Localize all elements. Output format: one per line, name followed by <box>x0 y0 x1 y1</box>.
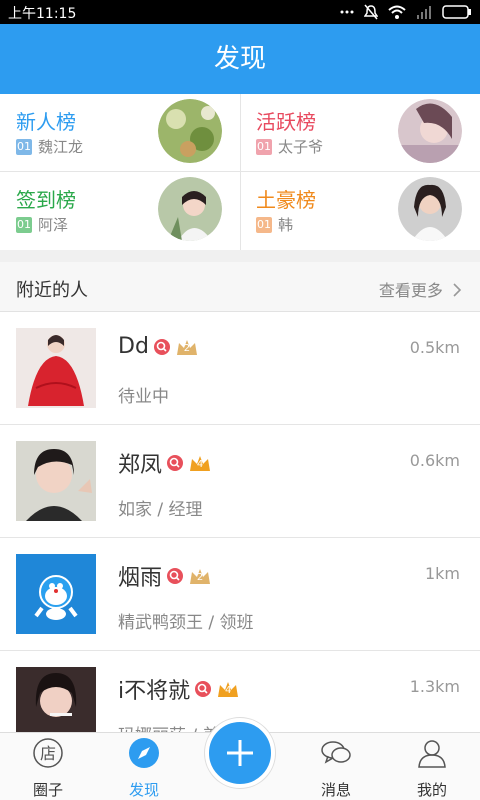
person-name: Dd <box>118 334 149 359</box>
rank-leader: 01 魏江龙 <box>16 136 83 157</box>
tab-label: 消息 <box>320 781 351 799</box>
tab-discover[interactable]: 发现 <box>96 733 192 800</box>
list-item[interactable]: Dd 2 0.5km 待业中 <box>0 312 480 425</box>
rank-title: 土豪榜 <box>256 188 316 212</box>
rank-title: 活跃榜 <box>256 110 316 134</box>
level-badge: 2 <box>183 342 191 354</box>
status-time: 上午11:15 <box>8 6 77 22</box>
crown-icon: 4 <box>188 453 212 473</box>
nearby-people-list: Dd 2 0.5km 待业中 郑凤 4 0.6km 如家 / 经理 烟雨 2 1… <box>0 312 480 732</box>
mute-bell-icon <box>364 4 378 20</box>
crown-icon: 4 <box>216 679 240 699</box>
search-badge-icon <box>167 455 184 471</box>
person-name: 郑凤 <box>118 453 163 478</box>
person-info: 待业中 <box>118 387 169 407</box>
search-badge-icon <box>153 338 170 355</box>
plus-icon <box>227 740 253 766</box>
avatar[interactable] <box>398 177 462 241</box>
crown-icon: 2 <box>188 566 212 586</box>
status-icons <box>340 4 472 20</box>
rank-leader-name: 魏江龙 <box>38 138 84 156</box>
tab-messages[interactable]: 消息 <box>288 733 384 800</box>
rank-leader: 01 韩 <box>256 214 293 235</box>
avatar[interactable] <box>16 328 96 408</box>
rank-number-badge: 01 <box>256 216 272 233</box>
tab-circle[interactable]: 店 圈子 <box>0 733 96 800</box>
avatar[interactable] <box>398 99 462 163</box>
avatar[interactable] <box>158 177 222 241</box>
distance: 1km <box>424 564 460 583</box>
wifi-icon <box>388 5 406 19</box>
rank-leader-name: 太子爷 <box>278 138 324 156</box>
rank-card-rich[interactable]: 土豪榜 01 韩 <box>240 172 480 250</box>
level-badge: 4 <box>224 685 232 696</box>
person-name-row: 烟雨 2 <box>118 560 212 592</box>
avatar[interactable] <box>158 99 222 163</box>
distance: 0.5km <box>409 338 460 357</box>
nearby-header: 附近的人 查看更多 <box>0 262 480 312</box>
person-name-row: 郑凤 4 <box>118 447 212 479</box>
person-info: 玛娜丽莎 / 美 <box>118 721 220 732</box>
person-name-row: Dd 2 <box>118 334 199 359</box>
chevron-right-icon <box>453 283 462 297</box>
rank-card-checkin[interactable]: 签到榜 01 阿泽 <box>0 172 240 250</box>
distance: 1.3km <box>409 677 460 696</box>
level-badge: 2 <box>196 572 204 583</box>
battery-icon <box>442 5 471 19</box>
rank-leader-name: 阿泽 <box>38 216 69 234</box>
chat-icon <box>321 741 351 764</box>
shop-icon: 店 <box>33 738 63 768</box>
tab-label: 发现 <box>128 781 159 799</box>
search-badge-icon <box>167 568 184 584</box>
person-icon <box>418 740 446 768</box>
signal-icon <box>417 6 431 19</box>
svg-text:店: 店 <box>40 744 56 763</box>
page-title: 发现 <box>0 24 480 94</box>
status-bar: 上午11:15 <box>0 0 480 24</box>
add-button[interactable] <box>205 718 275 788</box>
rank-number-badge: 01 <box>16 216 32 233</box>
crown-icon: 2 <box>175 337 199 357</box>
tab-me[interactable]: 我的 <box>384 733 480 800</box>
section-title: 附近的人 <box>16 280 88 301</box>
more-dots-icon <box>340 10 354 14</box>
see-more-link[interactable]: 查看更多 <box>379 277 462 301</box>
rank-leader: 01 太子爷 <box>256 136 323 157</box>
person-name: 烟雨 <box>118 566 163 591</box>
rank-card-newcomer[interactable]: 新人榜 01 魏江龙 <box>0 94 240 172</box>
compass-icon <box>129 738 159 768</box>
tab-label: 圈子 <box>32 781 63 799</box>
rank-grid: 新人榜 01 魏江龙 活跃榜 01 太子爷 签到榜 01 阿泽 土豪榜 01 韩 <box>0 94 480 250</box>
tab-label: 我的 <box>416 781 447 799</box>
person-name: i不将就 <box>118 679 191 704</box>
rank-number-badge: 01 <box>16 138 32 155</box>
avatar[interactable] <box>16 441 96 521</box>
person-info: 精武鸭颈王 / 领班 <box>118 613 254 633</box>
search-badge-icon <box>195 681 212 697</box>
rank-title: 新人榜 <box>16 110 76 134</box>
rank-leader: 01 阿泽 <box>16 214 68 235</box>
avatar[interactable] <box>16 667 96 732</box>
distance: 0.6km <box>409 451 460 470</box>
divider <box>240 94 241 250</box>
rank-card-active[interactable]: 活跃榜 01 太子爷 <box>240 94 480 172</box>
person-name-row: i不将就 4 <box>118 673 240 705</box>
rank-title: 签到榜 <box>16 188 76 212</box>
divider <box>0 171 480 172</box>
person-info: 如家 / 经理 <box>118 500 203 520</box>
level-badge: 4 <box>196 459 204 470</box>
list-item[interactable]: 郑凤 4 0.6km 如家 / 经理 <box>0 425 480 538</box>
avatar[interactable] <box>16 554 96 634</box>
rank-number-badge: 01 <box>256 138 272 155</box>
rank-leader-name: 韩 <box>278 216 294 234</box>
list-item[interactable]: 烟雨 2 1km 精武鸭颈王 / 领班 <box>0 538 480 651</box>
see-more-label: 查看更多 <box>378 281 443 300</box>
